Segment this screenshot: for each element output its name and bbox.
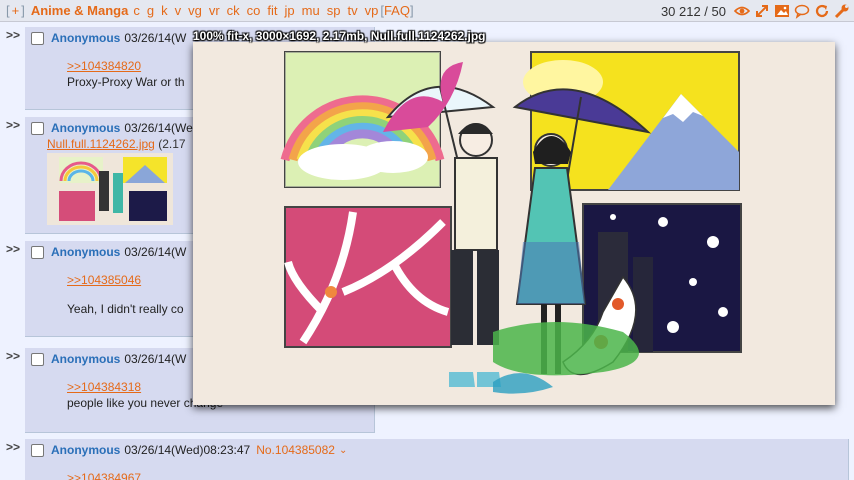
poster-name: Anonymous <box>51 121 121 135</box>
board-nav: [ + ] Anime & Manga c g k v vg vr ck co … <box>0 0 854 22</box>
poster-name: Anonymous <box>51 245 121 259</box>
expand-icon[interactable] <box>754 3 770 19</box>
wrench-icon[interactable] <box>834 3 850 19</box>
post-checkbox[interactable] <box>31 121 44 135</box>
board-link-tv[interactable]: tv <box>347 3 357 18</box>
board-title-link[interactable]: Anime & Manga <box>31 3 129 18</box>
file-meta: (2.17 <box>158 137 186 151</box>
preview-info-label: 100% fit-x, 3000×1692, 2.17mb, Null.full… <box>193 29 486 43</box>
reply-arrows: >> <box>6 28 21 42</box>
nav-expand-button[interactable]: + <box>12 3 20 18</box>
refresh-icon[interactable] <box>814 3 830 19</box>
poster-name: Anonymous <box>51 31 121 45</box>
board-link-c[interactable]: c <box>133 3 140 18</box>
post-checkbox[interactable] <box>31 443 44 457</box>
quote-link[interactable]: >>104384967 <box>67 471 842 480</box>
faq-close-bracket: ] <box>409 3 414 18</box>
reply-arrows: >> <box>6 349 21 363</box>
poster-name: Anonymous <box>51 443 121 457</box>
post-number-link[interactable]: No.104385082 <box>256 443 335 457</box>
nav-close-bracket: ] <box>21 3 25 18</box>
post-date: 03/26/14(W <box>124 245 187 259</box>
post-thumbnail[interactable] <box>47 153 173 225</box>
post: Anonymous 03/26/14(Wed)08:23:47 No.10438… <box>25 439 849 480</box>
file-link[interactable]: Null.full.1124262.jpg <box>47 137 155 151</box>
image-icon[interactable] <box>774 3 790 19</box>
header-tools: 30 212 / 50 <box>661 0 850 22</box>
board-link-mu[interactable]: mu <box>302 3 320 18</box>
board-link-jp[interactable]: jp <box>285 3 295 18</box>
poster-name: Anonymous <box>51 352 121 366</box>
post-header: Anonymous 03/26/14(Wed)08:23:47 No.10438… <box>31 443 842 457</box>
reply-arrows: >> <box>6 118 21 132</box>
reply-arrows: >> <box>6 242 21 256</box>
post-checkbox[interactable] <box>31 245 44 259</box>
board-link-sp[interactable]: sp <box>327 3 341 18</box>
board-link-fit[interactable]: fit <box>267 3 277 18</box>
post-date: 03/26/14(Wed)08:23:47 <box>124 443 251 457</box>
post-checkbox[interactable] <box>31 352 44 366</box>
board-link-ck[interactable]: ck <box>227 3 240 18</box>
chevron-down-icon[interactable]: ⌄ <box>339 445 347 456</box>
board-link-k[interactable]: k <box>161 3 168 18</box>
reply-arrows: >> <box>6 440 21 454</box>
post-checkbox[interactable] <box>31 31 44 45</box>
post-date: 03/26/14(W <box>124 31 187 45</box>
post-date: 03/26/14(We <box>124 121 193 135</box>
board-link-co[interactable]: co <box>247 3 261 18</box>
image-hover-preview <box>193 42 835 405</box>
faq-link[interactable]: FAQ <box>384 3 410 18</box>
chat-bubble-icon[interactable] <box>794 3 810 19</box>
board-link-g[interactable]: g <box>147 3 154 18</box>
board-link-vr[interactable]: vr <box>209 3 220 18</box>
post-image-counter: 30 212 / 50 <box>660 3 726 19</box>
eye-icon[interactable] <box>733 3 751 19</box>
nav-open-bracket: [ <box>6 3 10 18</box>
post-body: >>104384967 <box>31 471 842 480</box>
board-link-v[interactable]: v <box>175 3 182 18</box>
board-link-vp[interactable]: vp <box>365 3 379 18</box>
post-date: 03/26/14(W <box>124 352 187 366</box>
preview-artwork <box>193 42 835 405</box>
board-link-vg[interactable]: vg <box>188 3 202 18</box>
